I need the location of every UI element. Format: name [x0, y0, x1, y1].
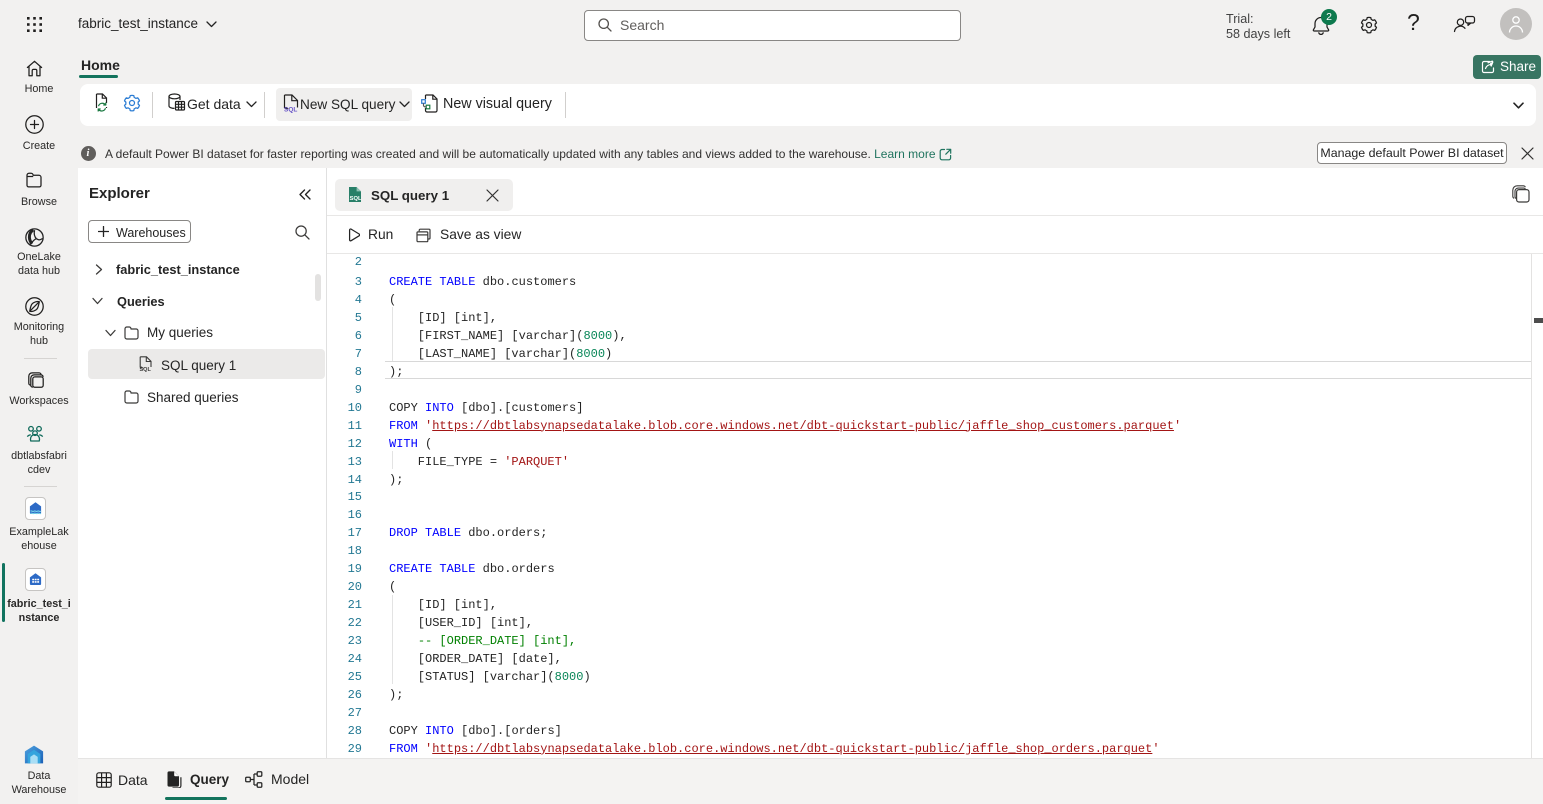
- svg-text:SQL: SQL: [284, 107, 297, 114]
- svg-text:SQL: SQL: [350, 196, 362, 202]
- svg-text:SQL: SQL: [140, 367, 152, 372]
